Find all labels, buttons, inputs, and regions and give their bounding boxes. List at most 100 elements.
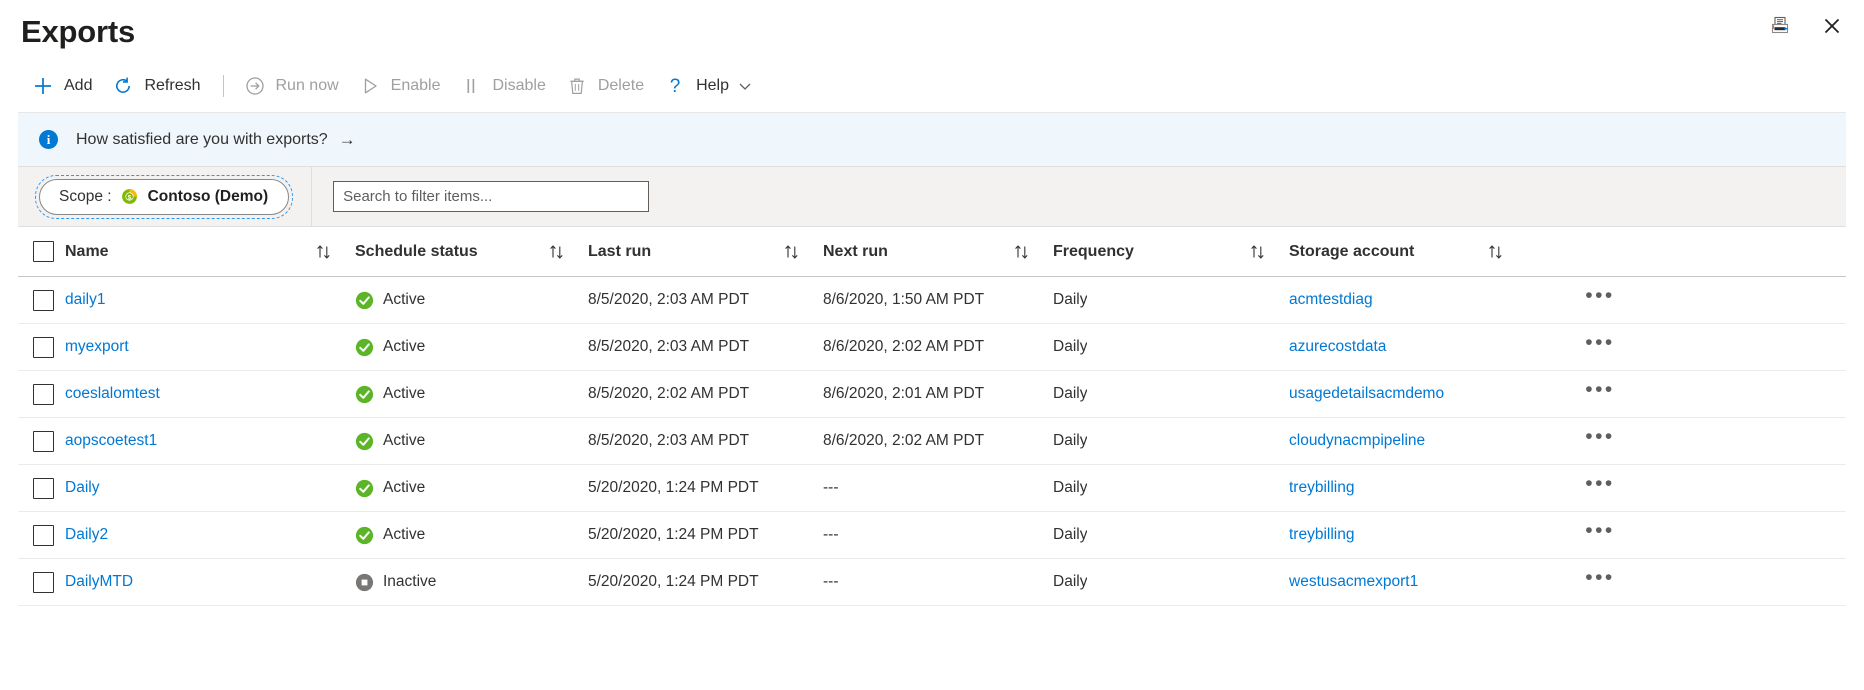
storage-account-link[interactable]: westusacmexport1 — [1289, 573, 1418, 591]
sort-updown-icon[interactable] — [783, 243, 801, 261]
row-checkbox[interactable] — [33, 478, 54, 499]
export-name-link[interactable]: myexport — [65, 338, 129, 356]
sort-updown-icon[interactable] — [1249, 243, 1267, 261]
column-header-storage-account[interactable]: Storage account — [1289, 243, 1527, 261]
export-name-link[interactable]: aopscoetest1 — [65, 432, 157, 450]
plus-icon — [30, 75, 56, 97]
cell-frequency: Daily — [1053, 385, 1289, 403]
more-actions-icon[interactable]: ••• — [1584, 426, 1616, 456]
row-checkbox[interactable] — [33, 384, 54, 405]
cell-storage-account: usagedetailsacmdemo — [1289, 385, 1527, 403]
column-header-frequency-label: Frequency — [1053, 243, 1249, 261]
column-header-name[interactable]: Name — [65, 243, 355, 261]
column-header-last-run-label: Last run — [588, 243, 783, 261]
cell-actions: ••• — [1527, 426, 1846, 456]
storage-account-link[interactable]: acmtestdiag — [1289, 291, 1373, 309]
more-actions-icon[interactable]: ••• — [1584, 332, 1616, 362]
status-active-icon — [355, 479, 374, 498]
page-title: Exports — [21, 16, 135, 47]
more-actions-icon[interactable]: ••• — [1584, 285, 1616, 315]
storage-account-link[interactable]: usagedetailsacmdemo — [1289, 385, 1444, 403]
enable-button[interactable]: Enable — [350, 68, 452, 104]
add-button-label: Add — [64, 77, 92, 95]
column-header-last-run[interactable]: Last run — [588, 243, 823, 261]
next-run-value: 8/6/2020, 2:01 AM PDT — [823, 385, 984, 403]
next-run-value: 8/6/2020, 2:02 AM PDT — [823, 432, 984, 450]
export-name-link[interactable]: Daily — [65, 479, 99, 497]
table-row[interactable]: coeslalomtestActive8/5/2020, 2:02 AM PDT… — [18, 371, 1846, 418]
select-all-checkbox[interactable] — [33, 241, 54, 262]
storage-account-link[interactable]: treybilling — [1289, 479, 1354, 497]
cell-next-run: 8/6/2020, 2:02 AM PDT — [823, 338, 1053, 356]
disable-button[interactable]: Disable — [451, 68, 556, 104]
table-row[interactable]: aopscoetest1Active8/5/2020, 2:03 AM PDT8… — [18, 418, 1846, 465]
export-name-link[interactable]: coeslalomtest — [65, 385, 160, 403]
cost-management-donut-icon: $ — [121, 188, 138, 205]
cell-schedule-status: Active — [355, 291, 588, 310]
cell-actions: ••• — [1527, 520, 1846, 550]
last-run-value: 8/5/2020, 2:03 AM PDT — [588, 291, 749, 309]
scope-value: Contoso (Demo) — [148, 188, 269, 206]
row-checkbox[interactable] — [33, 290, 54, 311]
refresh-button[interactable]: Refresh — [103, 68, 211, 104]
table-row[interactable]: DailyMTDInactive5/20/2020, 1:24 PM PDT--… — [18, 559, 1846, 606]
table-row[interactable]: DailyActive5/20/2020, 1:24 PM PDT---Dail… — [18, 465, 1846, 512]
run-now-icon — [242, 75, 268, 97]
cell-frequency: Daily — [1053, 291, 1289, 309]
table-row[interactable]: myexportActive8/5/2020, 2:03 AM PDT8/6/2… — [18, 324, 1846, 371]
cell-name: aopscoetest1 — [65, 432, 355, 450]
exports-table: Name Schedule status — [18, 227, 1846, 606]
row-checkbox[interactable] — [33, 431, 54, 452]
cell-name: DailyMTD — [65, 573, 355, 591]
question-icon: ? — [662, 75, 688, 97]
status-active-icon — [355, 432, 374, 451]
feedback-banner-text: How satisfied are you with exports? — [76, 131, 328, 149]
add-button[interactable]: Add — [23, 68, 103, 104]
storage-account-link[interactable]: azurecostdata — [1289, 338, 1386, 356]
cell-last-run: 5/20/2020, 1:24 PM PDT — [588, 479, 823, 497]
help-button[interactable]: ? Help — [655, 68, 763, 104]
cell-next-run: 8/6/2020, 2:02 AM PDT — [823, 432, 1053, 450]
table-row[interactable]: daily1Active8/5/2020, 2:03 AM PDT8/6/202… — [18, 277, 1846, 324]
cell-schedule-status: Active — [355, 479, 588, 498]
row-checkbox[interactable] — [33, 525, 54, 546]
status-active-icon — [355, 526, 374, 545]
refresh-icon — [110, 75, 136, 97]
print-icon[interactable] — [1764, 10, 1796, 42]
row-checkbox[interactable] — [33, 572, 54, 593]
feedback-banner-link[interactable]: i How satisfied are you with exports? → — [39, 130, 356, 150]
more-actions-icon[interactable]: ••• — [1584, 567, 1616, 597]
cell-actions: ••• — [1527, 567, 1846, 597]
frequency-value: Daily — [1053, 573, 1087, 591]
column-header-next-run[interactable]: Next run — [823, 243, 1053, 261]
close-icon[interactable] — [1816, 10, 1848, 42]
delete-button[interactable]: Delete — [557, 68, 655, 104]
sort-updown-icon[interactable] — [1013, 243, 1031, 261]
scope-picker-button[interactable]: Scope : $ Contoso (Demo) — [39, 179, 289, 215]
svg-text:?: ? — [670, 76, 681, 97]
status-inactive-icon — [355, 573, 374, 592]
export-name-link[interactable]: DailyMTD — [65, 573, 133, 591]
table-row[interactable]: Daily2Active5/20/2020, 1:24 PM PDT---Dai… — [18, 512, 1846, 559]
column-header-frequency[interactable]: Frequency — [1053, 243, 1289, 261]
more-actions-icon[interactable]: ••• — [1584, 473, 1616, 503]
cell-storage-account: azurecostdata — [1289, 338, 1527, 356]
more-actions-icon[interactable]: ••• — [1584, 379, 1616, 409]
sort-updown-icon[interactable] — [1487, 243, 1505, 261]
status-badge: Active — [383, 338, 425, 356]
storage-account-link[interactable]: treybilling — [1289, 526, 1354, 544]
cell-storage-account: acmtestdiag — [1289, 291, 1527, 309]
search-input[interactable] — [333, 181, 649, 212]
status-badge: Active — [383, 385, 425, 403]
more-actions-icon[interactable]: ••• — [1584, 520, 1616, 550]
export-name-link[interactable]: daily1 — [65, 291, 106, 309]
arrow-right-icon: → — [339, 130, 356, 150]
sort-updown-icon[interactable] — [315, 243, 333, 261]
column-header-schedule-status[interactable]: Schedule status — [355, 243, 588, 261]
cell-actions: ••• — [1527, 285, 1846, 315]
run-now-button[interactable]: Run now — [235, 68, 350, 104]
storage-account-link[interactable]: cloudynacmpipeline — [1289, 432, 1425, 450]
export-name-link[interactable]: Daily2 — [65, 526, 108, 544]
sort-updown-icon[interactable] — [548, 243, 566, 261]
row-checkbox[interactable] — [33, 337, 54, 358]
